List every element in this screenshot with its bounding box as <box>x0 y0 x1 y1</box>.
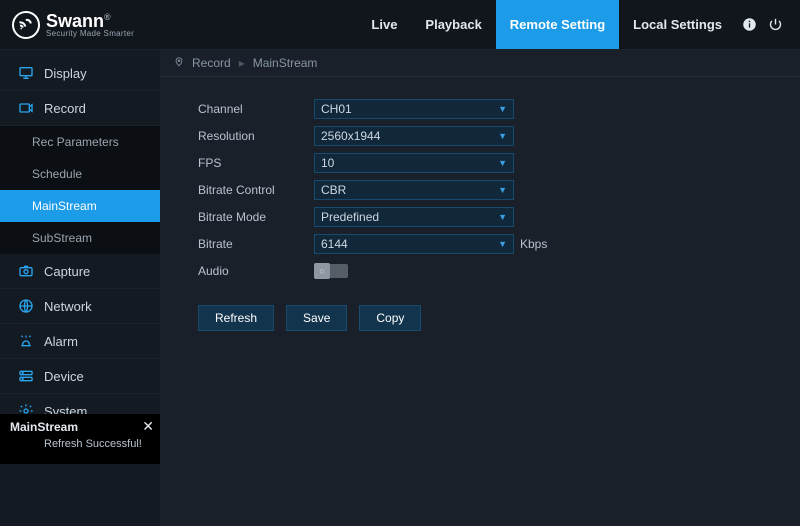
sidebar-item-record[interactable]: Record <box>0 91 160 126</box>
audio-label: Audio <box>198 264 314 278</box>
header-nav: Live Playback Remote Setting Local Setti… <box>357 0 788 49</box>
brand-logo: Swann® Security Made Smarter <box>12 11 134 39</box>
chevron-down-icon: ▼ <box>498 154 507 172</box>
app-header: Swann® Security Made Smarter Live Playba… <box>0 0 800 50</box>
chevron-down-icon: ▼ <box>498 235 507 253</box>
pin-icon <box>174 56 184 70</box>
logo-mark-icon <box>10 8 42 40</box>
sidebar-item-network[interactable]: Network <box>0 289 160 324</box>
bitrate-mode-select[interactable]: Predefined ▼ <box>314 207 514 227</box>
sidebar-label: Alarm <box>44 334 78 349</box>
bitrate-control-select[interactable]: CBR ▼ <box>314 180 514 200</box>
channel-label: Channel <box>198 102 314 116</box>
audio-toggle[interactable]: ○ <box>314 264 348 278</box>
breadcrumb-root[interactable]: Record <box>192 56 231 70</box>
refresh-button[interactable]: Refresh <box>198 305 274 331</box>
bitrate-select[interactable]: 6144 ▼ <box>314 234 514 254</box>
main-panel: Record ▸ MainStream Channel CH01 ▼ Resol… <box>160 50 800 526</box>
sidebar-sub-mainstream[interactable]: MainStream <box>0 190 160 222</box>
sidebar-label: Display <box>44 66 87 81</box>
sidebar-label: Device <box>44 369 84 384</box>
copy-button[interactable]: Copy <box>359 305 421 331</box>
power-icon[interactable] <box>762 17 788 32</box>
sidebar-sub-substream[interactable]: SubStream <box>0 222 160 254</box>
breadcrumb: Record ▸ MainStream <box>160 50 800 77</box>
sidebar-label: Network <box>44 299 92 314</box>
chevron-right-icon: ▸ <box>239 56 245 70</box>
resolution-value: 2560x1944 <box>321 127 380 145</box>
display-icon <box>18 65 34 81</box>
sidebar-sub-schedule[interactable]: Schedule <box>0 158 160 190</box>
bitrate-unit: Kbps <box>520 237 547 251</box>
fps-value: 10 <box>321 154 334 172</box>
settings-form: Channel CH01 ▼ Resolution 2560x1944 ▼ FP… <box>160 77 800 347</box>
sidebar-label: Capture <box>44 264 90 279</box>
brand-name: Swann <box>46 11 104 31</box>
fps-select[interactable]: 10 ▼ <box>314 153 514 173</box>
bitrate-control-label: Bitrate Control <box>198 183 314 197</box>
chevron-down-icon: ▼ <box>498 181 507 199</box>
toggle-knob-icon: ○ <box>314 263 330 279</box>
bitrate-mode-value: Predefined <box>321 208 379 226</box>
nav-playback[interactable]: Playback <box>411 0 495 49</box>
resolution-select[interactable]: 2560x1944 ▼ <box>314 126 514 146</box>
bitrate-control-value: CBR <box>321 181 346 199</box>
bitrate-value: 6144 <box>321 235 348 253</box>
channel-value: CH01 <box>321 100 352 118</box>
sidebar-item-alarm[interactable]: Alarm <box>0 324 160 359</box>
bitrate-label: Bitrate <box>198 237 314 251</box>
sidebar-item-capture[interactable]: Capture <box>0 254 160 289</box>
toast-title: MainStream <box>10 420 150 434</box>
nav-local-settings[interactable]: Local Settings <box>619 0 736 49</box>
bitrate-mode-label: Bitrate Mode <box>198 210 314 224</box>
capture-icon <box>18 263 34 279</box>
sidebar-label: Record <box>44 101 86 116</box>
fps-label: FPS <box>198 156 314 170</box>
save-button[interactable]: Save <box>286 305 347 331</box>
registered-icon: ® <box>104 12 111 22</box>
chevron-down-icon: ▼ <box>498 208 507 226</box>
sidebar-item-device[interactable]: Device <box>0 359 160 394</box>
toast-notification: MainStream ✕ Refresh Successful! <box>0 414 160 464</box>
nav-live[interactable]: Live <box>357 0 411 49</box>
resolution-label: Resolution <box>198 129 314 143</box>
close-icon: ✕ <box>142 418 154 434</box>
breadcrumb-leaf: MainStream <box>253 56 318 70</box>
nav-remote-setting[interactable]: Remote Setting <box>496 0 619 49</box>
device-icon <box>18 368 34 384</box>
chevron-down-icon: ▼ <box>498 100 507 118</box>
toast-message: Refresh Successful! <box>10 434 150 450</box>
channel-select[interactable]: CH01 ▼ <box>314 99 514 119</box>
sidebar-item-display[interactable]: Display <box>0 56 160 91</box>
network-icon <box>18 298 34 314</box>
toast-close-button[interactable]: ✕ <box>142 418 154 435</box>
record-icon <box>18 100 34 116</box>
info-icon[interactable] <box>736 17 762 32</box>
brand-tagline: Security Made Smarter <box>46 30 134 38</box>
sidebar-record-submenu: Rec Parameters Schedule MainStream SubSt… <box>0 126 160 254</box>
alarm-icon <box>18 333 34 349</box>
chevron-down-icon: ▼ <box>498 127 507 145</box>
sidebar-sub-rec-parameters[interactable]: Rec Parameters <box>0 126 160 158</box>
